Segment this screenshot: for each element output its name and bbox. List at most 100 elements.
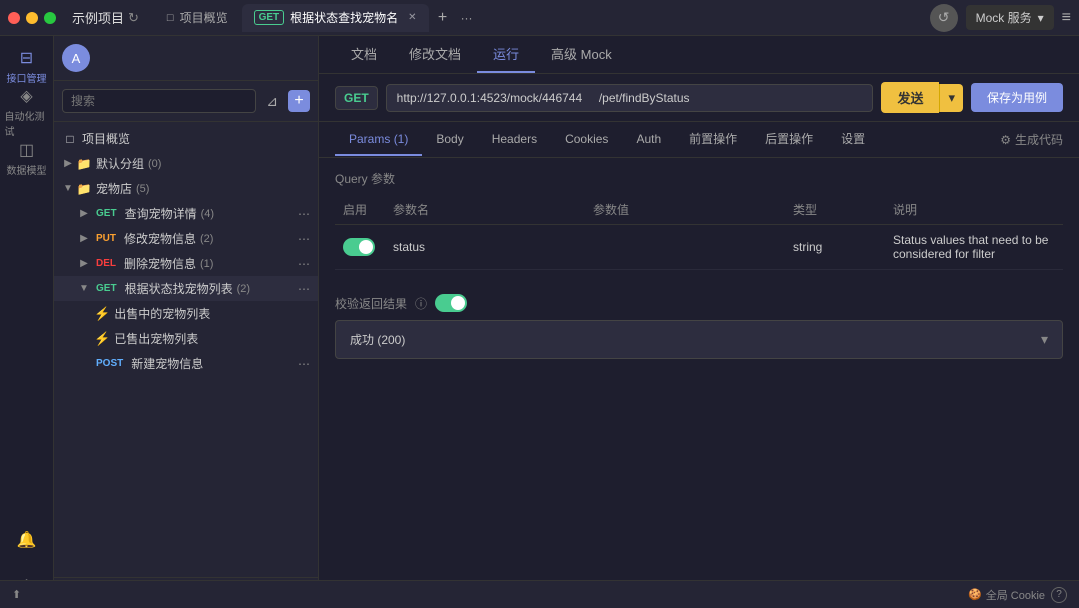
petstore-arrow-icon: ▼ — [62, 183, 74, 195]
tab-close-icon[interactable]: ✕ — [408, 12, 416, 23]
query-section-title: Query 参数 — [335, 170, 1063, 187]
interface-icon: ⊟ — [20, 48, 33, 68]
tree-item-overview[interactable]: □ 项目概览 — [54, 126, 318, 151]
get-detail-count: (4) — [201, 208, 214, 220]
sidebar-item-notification[interactable]: 🔔 — [5, 518, 49, 562]
validate-info-icon: ⓘ — [415, 295, 427, 312]
tree-item-del-delete[interactable]: ▶ DEL 删除宠物信息 (1) ⋯ — [54, 251, 318, 276]
param-enabled-toggle[interactable] — [343, 238, 375, 256]
detail-arrow: ▶ — [78, 208, 90, 220]
params-tab-auth[interactable]: Auth — [622, 124, 675, 156]
mock-service-selector[interactable]: Mock 服务 ▾ — [966, 5, 1054, 30]
validate-result-row[interactable]: 成功 (200) ▾ — [335, 320, 1063, 359]
bell-icon: 🔔 — [17, 530, 37, 550]
modify-arrow: ▶ — [78, 233, 90, 245]
bottom-bar: ⬆ 🍪 全局 Cookie ? — [319, 580, 1079, 608]
put-modify-label: 修改宠物信息 — [124, 230, 196, 247]
sidebar-item-datamodel[interactable]: ◫ 数据模型 — [5, 136, 49, 180]
titlebar-right: ↺ Mock 服务 ▾ ≡ — [930, 4, 1071, 32]
settings-small-icon: ⚙ — [1000, 133, 1011, 147]
bystatus-item-actions: ⋯ — [298, 282, 310, 296]
params-tab-cookies[interactable]: Cookies — [551, 124, 622, 156]
overview-tree-icon: □ — [62, 131, 78, 147]
tab-edit-docs[interactable]: 修改文档 — [393, 36, 477, 73]
overview-icon: □ — [167, 12, 174, 24]
params-tab-headers[interactable]: Headers — [478, 124, 551, 156]
tab-api[interactable]: GET 根据状态查找宠物名 ✕ — [242, 4, 429, 32]
close-button[interactable] — [8, 12, 20, 24]
tab-overview[interactable]: □ 项目概览 — [155, 4, 240, 32]
tree-item-case-sold[interactable]: ⚡ 已售出宠物列表 — [54, 326, 318, 351]
tree-item-default-group[interactable]: ▶ 📁 默认分组 (0) — [54, 151, 318, 176]
method-selector[interactable]: GET — [335, 86, 378, 110]
method-badge: GET — [254, 10, 285, 25]
maximize-button[interactable] — [44, 12, 56, 24]
tree-item-case-selling[interactable]: ⚡ 出售中的宠物列表 — [54, 301, 318, 326]
send-dropdown-button[interactable]: ▾ — [939, 84, 963, 112]
col-type: 类型 — [785, 195, 885, 225]
main-content: 文档 修改文档 运行 高级 Mock GET 发送 ▾ 保存为用例 Params… — [319, 36, 1079, 608]
url-input[interactable] — [386, 84, 874, 112]
get-method-tag: GET — [92, 207, 121, 220]
tree-item-get-bystatus[interactable]: ▼ GET 根据状态找宠物列表 (2) ⋯ — [54, 276, 318, 301]
sidebar-item-interface[interactable]: ⊟ 接口管理 — [5, 44, 49, 88]
tree-item-petstore[interactable]: ▼ 📁 宠物店 (5) — [54, 176, 318, 201]
lightning-icon: ⚡ — [94, 306, 110, 322]
autotest-icon: ◈ — [20, 86, 32, 106]
bottom-bar-right: 🍪 全局 Cookie ? — [968, 587, 1067, 603]
case-sold-label: 已售出宠物列表 — [114, 330, 198, 347]
save-as-case-button[interactable]: 保存为用例 — [971, 83, 1063, 112]
tab-overview-label: 项目概览 — [180, 9, 228, 26]
del-method-tag: DEL — [92, 257, 120, 270]
tab-advanced-mock[interactable]: 高级 Mock — [535, 36, 628, 73]
refresh-icon[interactable]: ↻ — [128, 10, 139, 26]
tab-more-button[interactable]: ··· — [461, 11, 473, 25]
tree-item-get-detail[interactable]: ▶ GET 查询宠物详情 (4) ⋯ — [54, 201, 318, 226]
tab-run[interactable]: 运行 — [477, 36, 535, 73]
tree-item-post-new[interactable]: POST 新建宠物信息 ⋯ — [54, 351, 318, 376]
params-tab-body[interactable]: Body — [422, 124, 477, 156]
filter-button[interactable]: ⊿ — [262, 91, 282, 112]
tree: □ 项目概览 ▶ 📁 默认分组 (0) ▼ 📁 宠物店 (5) — [54, 122, 318, 380]
minimize-button[interactable] — [26, 12, 38, 24]
params-label: Params — [349, 132, 390, 146]
param-name-cell[interactable]: status — [385, 225, 585, 270]
get-bystatus-label: 根据状态找宠物列表 — [125, 280, 233, 297]
sidebar-icons: ⊟ 接口管理 ◈ 自动化测试 ◫ 数据模型 🔔 ⚙ — [0, 36, 54, 608]
post-item-actions: ⋯ — [298, 357, 310, 371]
param-enabled-cell — [335, 225, 385, 270]
petstore-count: (5) — [136, 183, 149, 195]
project-name-label: 示例项目 — [72, 8, 124, 27]
send-button[interactable]: 发送 — [881, 82, 939, 113]
add-button[interactable]: + — [288, 90, 310, 112]
cookie-button[interactable]: 🍪 全局 Cookie — [968, 587, 1045, 603]
params-tab-post-ops[interactable]: 后置操作 — [751, 122, 827, 157]
datamodel-icon: ◫ — [19, 140, 34, 160]
put-item-actions: ⋯ — [298, 232, 310, 246]
validate-result-text: 成功 (200) — [350, 331, 405, 348]
url-bar: GET 发送 ▾ 保存为用例 — [319, 74, 1079, 122]
params-tab-settings[interactable]: 设置 — [827, 122, 879, 157]
params-tabs: Params (1) Body Headers Cookies Auth 前置操… — [319, 122, 1079, 158]
table-row: status string Status values that need to… — [335, 225, 1063, 270]
search-input[interactable] — [62, 89, 256, 113]
params-tab-params[interactable]: Params (1) — [335, 124, 422, 156]
layout: ⊟ 接口管理 ◈ 自动化测试 ◫ 数据模型 🔔 ⚙ A ⊿ + — [0, 36, 1079, 608]
menu-button[interactable]: ≡ — [1062, 9, 1071, 27]
param-value-cell[interactable] — [585, 225, 785, 270]
params-tab-pre-ops[interactable]: 前置操作 — [675, 122, 751, 157]
tab-docs[interactable]: 文档 — [335, 36, 393, 73]
traffic-lights — [8, 12, 56, 24]
case-selling-label: 出售中的宠物列表 — [114, 305, 210, 322]
cookie-label: 全局 Cookie — [986, 587, 1045, 603]
project-title: 示例项目 ↻ — [72, 8, 139, 27]
sidebar-item-autotest[interactable]: ◈ 自动化测试 — [5, 90, 49, 134]
sidebar: A ⊿ + □ 项目概览 ▶ 📁 默认分组 (0) — [54, 36, 319, 608]
validate-toggle[interactable] — [435, 294, 467, 312]
history-icon[interactable]: ↺ — [930, 4, 958, 32]
tree-item-put-modify[interactable]: ▶ PUT 修改宠物信息 (2) ⋯ — [54, 226, 318, 251]
titlebar: 示例项目 ↻ □ 项目概览 GET 根据状态查找宠物名 ✕ + ··· ↺ Mo… — [0, 0, 1079, 36]
tab-add-button[interactable]: + — [431, 6, 455, 30]
help-icon[interactable]: ? — [1051, 587, 1067, 603]
generate-code-button[interactable]: ⚙ 生成代码 — [1000, 131, 1063, 148]
